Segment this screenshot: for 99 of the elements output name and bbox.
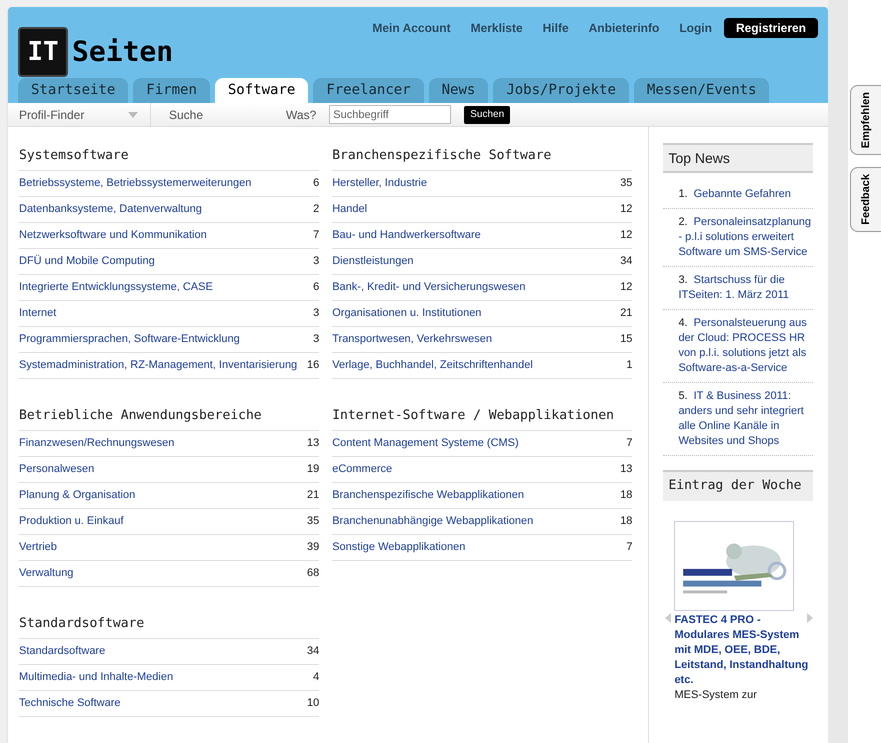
entry-link[interactable]: FASTEC 4 PRO - Modulares MES-System mit MDE, OEE, BDE, Leitstand, Instandhaltung etc. xyxy=(674,613,814,688)
section-heading: Betriebliche Anwendungsbereiche xyxy=(19,405,320,431)
category-link[interactable]: Content Management Systeme (CMS) xyxy=(332,435,519,452)
category-link[interactable]: Integrierte Entwicklungssysteme, CASE xyxy=(19,279,213,296)
count: 21 xyxy=(620,306,632,322)
nav-tab[interactable]: Jobs/Projekte xyxy=(493,78,629,103)
category-link[interactable]: Branchenunabhängige Webapplikationen xyxy=(332,513,534,530)
category-link[interactable]: Systemadministration, RZ-Management, Inventarisierung xyxy=(19,357,298,374)
category-link[interactable]: Standardsoftware xyxy=(19,643,106,660)
category-link[interactable]: DFÜ und Mobile Computing xyxy=(19,253,155,270)
top-nav-link[interactable]: Hilfe xyxy=(542,19,569,37)
news-item[interactable]: 1. Gebannte Gefahren xyxy=(663,181,814,209)
count: 3 xyxy=(313,332,320,348)
sidebar-heading: Top News xyxy=(663,143,814,173)
nav-tab[interactable]: Startseite xyxy=(18,78,128,103)
count: 6 xyxy=(313,280,320,296)
count: 6 xyxy=(313,176,320,192)
register-button[interactable]: Registrieren xyxy=(724,18,818,38)
nav-tab[interactable]: Freelancer xyxy=(313,78,424,103)
count: 3 xyxy=(313,306,320,322)
search-field[interactable]: Suchbegriff xyxy=(329,105,452,124)
nav-tab[interactable]: Messen/Events xyxy=(634,78,770,103)
previous-arrow-icon[interactable] xyxy=(665,613,672,623)
count: 39 xyxy=(306,540,320,556)
count: 12 xyxy=(620,280,632,296)
category-link[interactable]: Verlage, Buchhandel, Zeitschriftenhandel xyxy=(332,357,533,374)
category-link[interactable]: Verwaltung xyxy=(19,565,74,582)
category-link[interactable]: Internet xyxy=(19,305,56,322)
count: 34 xyxy=(306,644,320,660)
count: 7 xyxy=(626,540,632,556)
top-nav-link[interactable]: Anbieterinfo xyxy=(588,19,660,37)
news-item[interactable]: 3. Startschuss für die ITSeiten: 1. März 2011 xyxy=(663,267,814,310)
section-heading: Internet-Software / Webapplikationen xyxy=(332,405,632,431)
entry-description: MES-System zur xyxy=(674,688,758,703)
category-link[interactable]: Bau- und Handwerkersoftware xyxy=(332,227,481,244)
category-link[interactable]: Technische Software xyxy=(19,695,120,712)
side-tab[interactable]: Feedback xyxy=(850,167,881,232)
section-heading: Standardsoftware xyxy=(19,613,320,639)
count: 7 xyxy=(626,436,632,452)
profile-finder[interactable]: Profil-Finder xyxy=(19,106,84,124)
category-link[interactable]: Betriebssysteme, Betriebssystemerweiterungen xyxy=(19,175,252,192)
sidebar-heading: Eintrag der Woche xyxy=(663,470,814,501)
count: 68 xyxy=(306,566,320,582)
category-link[interactable]: Multimedia- und Inhalte-Medien xyxy=(19,669,174,686)
category-link[interactable]: Organisationen u. Institutionen xyxy=(332,305,482,322)
count: 12 xyxy=(620,228,632,244)
count: 10 xyxy=(306,696,320,712)
count: 15 xyxy=(620,332,632,348)
category-link[interactable]: Handel xyxy=(332,201,368,218)
count: 12 xyxy=(620,202,632,218)
category-link[interactable]: Personalwesen xyxy=(19,461,94,478)
count: 3 xyxy=(313,254,320,270)
nav-tab[interactable]: Software xyxy=(214,78,308,103)
count: 13 xyxy=(620,462,632,478)
next-arrow-icon[interactable] xyxy=(807,613,814,623)
count: 7 xyxy=(313,228,320,244)
count: 35 xyxy=(620,176,632,192)
category-link[interactable]: Produktion u. Einkauf xyxy=(19,513,124,530)
news-item[interactable]: 4. Personalsteuerung aus der Cloud: PROCESS HR von p.l.i. solutions jetzt als Software-as-a-Service xyxy=(663,310,814,383)
nav-tab[interactable]: Firmen xyxy=(133,78,210,103)
category-link[interactable]: Dienstleistungen xyxy=(332,253,414,270)
count: 18 xyxy=(620,514,632,530)
category-link[interactable]: Finanzwesen/Rechnungswesen xyxy=(19,435,174,452)
category-link[interactable]: Datenbanksysteme, Datenverwaltung xyxy=(19,201,202,218)
top-nav-link[interactable]: Merkliste xyxy=(470,19,523,37)
category-link[interactable]: Planung & Organisation xyxy=(19,487,136,504)
category-link[interactable]: Hersteller, Industrie xyxy=(332,175,427,192)
top-nav-link[interactable]: Login xyxy=(679,19,712,37)
count: 19 xyxy=(306,462,320,478)
news-item[interactable]: 2. Personaleinsatzplanung - p.l.i solutions erweitert Software um SMS-Service xyxy=(663,209,814,267)
search-label: Suche xyxy=(169,106,204,124)
count: 34 xyxy=(620,254,632,270)
count: 13 xyxy=(306,436,320,452)
side-tab[interactable]: Empfehlen xyxy=(850,85,881,156)
category-link[interactable]: Transportwesen, Verkehrswesen xyxy=(332,331,492,348)
count: 35 xyxy=(306,514,320,530)
count: 16 xyxy=(306,358,320,374)
count: 1 xyxy=(626,358,632,374)
category-link[interactable]: Vertrieb xyxy=(19,539,57,556)
news-item[interactable]: 5. IT & Business 2011: anders und sehr integriert alle Online Kanäle in Websites und Shops xyxy=(663,383,814,456)
count: 2 xyxy=(313,202,320,218)
section-heading: Branchenspezifische Software xyxy=(332,145,632,171)
what-label: Was? xyxy=(286,106,316,124)
category-link[interactable]: Programmiersprachen, Software-Entwicklung xyxy=(19,331,240,348)
dropdown-icon xyxy=(128,112,138,118)
category-link[interactable]: Netzwerksoftware und Kommunikation xyxy=(19,227,207,244)
top-nav-link[interactable]: Mein Account xyxy=(372,19,451,37)
count: 21 xyxy=(306,488,320,504)
category-link[interactable]: Sonstige Webapplikationen xyxy=(332,539,466,556)
count: 18 xyxy=(620,488,632,504)
count: 4 xyxy=(313,670,320,686)
nav-tab[interactable]: News xyxy=(428,78,488,103)
logo-badge[interactable]: IT xyxy=(18,27,68,77)
section-heading: Systemsoftware xyxy=(19,145,320,171)
search-button[interactable]: Suchen xyxy=(464,106,510,124)
category-link[interactable]: Branchenspezifische Webapplikationen xyxy=(332,487,524,504)
category-link[interactable]: Bank-, Kredit- und Versicherungswesen xyxy=(332,279,526,296)
category-link[interactable]: eCommerce xyxy=(332,461,392,478)
logo-text[interactable]: Seiten xyxy=(72,31,174,73)
